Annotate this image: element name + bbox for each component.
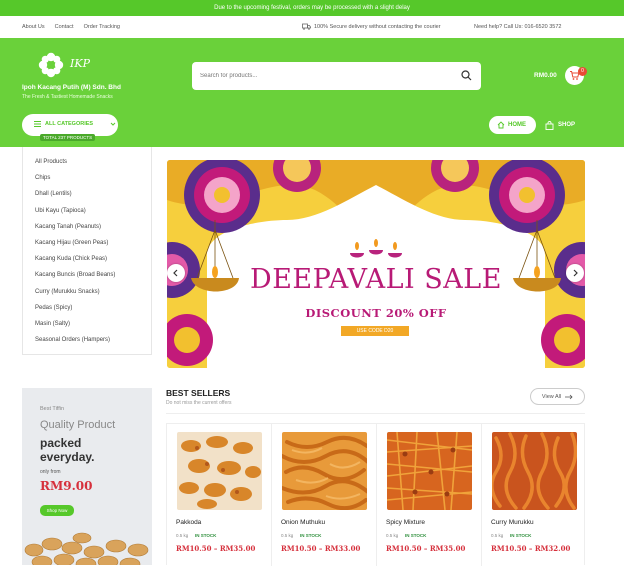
contact-link[interactable]: Contact (55, 24, 74, 30)
cart-count-badge: 0 (578, 67, 587, 76)
promo-heading-line: packed (40, 436, 82, 450)
stock-status: IN STOCK (405, 533, 427, 538)
shop-label: SHOP (558, 122, 576, 128)
shop-nav-button[interactable]: SHOP (545, 116, 575, 134)
product-card[interactable]: Pakkoda 0.5 kg IN STOCK RM10.50 – RM35.0… (167, 424, 272, 566)
hero-discount: DISCOUNT 20% OFF (305, 306, 447, 320)
category-item[interactable]: Kacang Kuda (Chick Peas) (35, 253, 151, 269)
all-categories-button[interactable]: ALL CATEGORIES (22, 114, 118, 136)
product-card[interactable]: Spicy Mixture 0.5 kg IN STOCK RM10.50 – … (377, 424, 482, 566)
product-price: RM10.50 – RM32.00 (491, 544, 571, 553)
site-header: IKP Ipoh Kacang Putih (M) Sdn. Bhd The F… (0, 38, 624, 147)
promo-quality: Quality Product (40, 419, 116, 431)
promo-heading-line: everyday. (40, 450, 95, 464)
product-price: RM10.50 – RM33.00 (281, 544, 361, 553)
chevron-left-icon (173, 269, 178, 277)
category-item[interactable]: Kacang Tanah (Peanuts) (35, 221, 151, 237)
arrow-right-icon (565, 394, 573, 399)
hero-next-button[interactable] (566, 264, 584, 282)
promo-heading: packed everyday. (40, 436, 95, 464)
product-weight: 0.5 kg (176, 533, 189, 538)
category-item[interactable]: Seasonal Orders (Hampers) (35, 334, 151, 350)
menu-icon (34, 121, 41, 127)
view-all-button[interactable]: View All (530, 388, 585, 405)
product-weight: 0.5 kg (491, 533, 504, 538)
chevron-down-icon (110, 122, 116, 126)
product-price: RM10.50 – RM35.00 (386, 544, 466, 553)
tagline: The Fresh & Tastiest Homemade Snacks (22, 94, 113, 100)
promo-pretitle: Best Tiffin (40, 406, 65, 412)
announcement-bar: Due to the upcoming festival, orders may… (0, 0, 624, 16)
all-categories-label: ALL CATEGORIES (45, 121, 94, 127)
order-tracking-link[interactable]: Order Tracking (84, 24, 120, 30)
bestsellers-title: BEST SELLERS (166, 388, 231, 398)
category-item[interactable]: Kacang Hijau (Green Peas) (35, 237, 151, 253)
logo[interactable]: IKP Ipoh Kacang Putih (M) Sdn. Bhd The F… (22, 52, 182, 107)
category-item[interactable]: Kacang Buncis (Broad Beans) (35, 269, 151, 285)
product-card[interactable]: Curry Murukku 0.5 kg IN STOCK RM10.50 – … (482, 424, 587, 566)
bestsellers-grid: Pakkoda 0.5 kg IN STOCK RM10.50 – RM35.0… (166, 423, 587, 566)
category-item[interactable]: Chips (35, 172, 151, 188)
top-links: About Us Contact Order Tracking (22, 24, 120, 30)
divider (166, 413, 585, 414)
product-image (282, 432, 367, 510)
product-card[interactable]: Onion Muthuku 0.5 kg IN STOCK RM10.50 – … (272, 424, 377, 566)
shop-now-button[interactable]: Shop Now (40, 505, 74, 516)
home-label: HOME (508, 122, 526, 128)
promo-banner[interactable]: Best Tiffin Quality Product packed every… (22, 388, 152, 565)
shipping-info: 100% Secure delivery without contacting … (302, 23, 441, 30)
category-item[interactable]: Dhall (Lentils) (35, 188, 151, 204)
hero-banner[interactable]: DEEPAVALI SALE DISCOUNT 20% OFF USE CODE… (167, 160, 585, 368)
stock-status: IN STOCK (510, 533, 532, 538)
hero-coupon-code: USE CODE D20 (341, 326, 409, 336)
peanuts-image (24, 532, 149, 565)
search-icon[interactable] (461, 70, 472, 81)
product-weight: 0.5 kg (386, 533, 399, 538)
product-name[interactable]: Spicy Mixture (386, 519, 425, 526)
help-text: Need help? Call Us: 016-6520 3572 (474, 24, 562, 30)
product-name[interactable]: Onion Muthuku (281, 519, 325, 526)
product-image (387, 432, 472, 510)
home-nav-button[interactable]: HOME (489, 116, 536, 134)
category-item[interactable]: Curry (Murukku Snacks) (35, 286, 151, 302)
promo-price: RM9.00 (40, 479, 93, 493)
home-icon (497, 121, 505, 129)
stock-status: IN STOCK (195, 533, 217, 538)
about-link[interactable]: About Us (22, 24, 45, 30)
product-name[interactable]: Pakkoda (176, 519, 201, 526)
hero-prev-button[interactable] (167, 264, 185, 282)
product-price: RM10.50 – RM35.00 (176, 544, 256, 553)
product-weight: 0.5 kg (281, 533, 294, 538)
category-item[interactable]: Ubi Kayu (Tapioca) (35, 205, 151, 221)
company-name: Ipoh Kacang Putih (M) Sdn. Bhd (22, 84, 121, 91)
delivery-icon (302, 23, 311, 30)
promo-only-from: only from (40, 469, 61, 475)
category-item[interactable]: Pedas (Spicy) (35, 302, 151, 318)
products-count-badge: TOTAL 237 PRODUCTS (40, 134, 96, 141)
flower-logo-icon (38, 52, 64, 78)
product-name[interactable]: Curry Murukku (491, 519, 534, 526)
logo-script: IKP (70, 57, 90, 70)
product-image (492, 432, 577, 510)
chevron-right-icon (573, 269, 578, 277)
shipping-text: 100% Secure delivery without contacting … (314, 23, 441, 30)
info-bar: About Us Contact Order Tracking 100% Sec… (0, 16, 624, 38)
hero-title: DEEPAVALI SALE (250, 264, 502, 295)
search-bar (192, 62, 481, 90)
product-image (177, 432, 262, 510)
category-menu: All Products Chips Dhall (Lentils) Ubi K… (22, 147, 152, 355)
announcement-text: Due to the upcoming festival, orders may… (214, 5, 410, 11)
view-all-label: View All (541, 393, 562, 400)
bestsellers-subtitle: Do not miss the current offers (166, 400, 232, 406)
category-item[interactable]: All Products (35, 156, 151, 172)
cart-total[interactable]: RM0.00 (534, 72, 557, 79)
search-input[interactable] (200, 69, 450, 83)
shopping-bag-icon (545, 120, 554, 130)
stock-status: IN STOCK (300, 533, 322, 538)
category-item[interactable]: Masin (Salty) (35, 318, 151, 334)
